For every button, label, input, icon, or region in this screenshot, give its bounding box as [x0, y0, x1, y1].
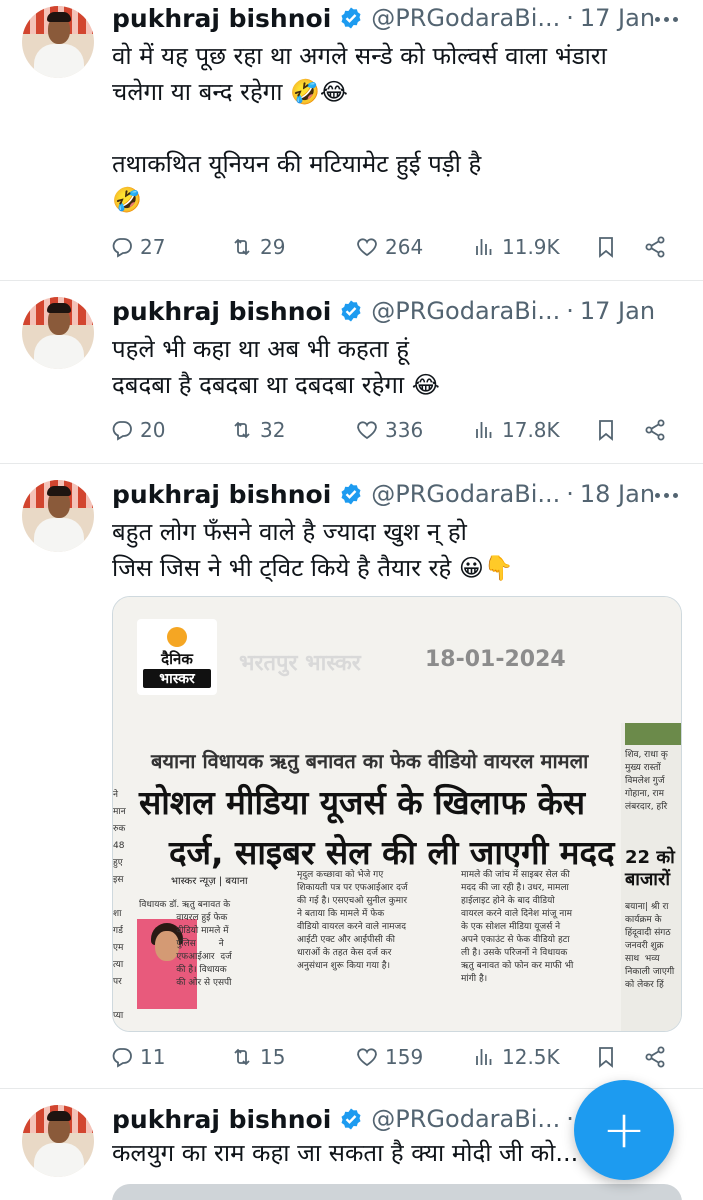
reply-icon	[112, 238, 132, 258]
like-button[interactable]: 159	[355, 1040, 423, 1074]
reply-icon	[112, 421, 132, 441]
retweet-icon	[234, 1048, 250, 1066]
action-bar: 27 29 264 11.9K	[110, 230, 680, 264]
author-name[interactable]: pukhraj bishnoi	[112, 4, 331, 33]
share-icon	[645, 1046, 665, 1068]
bookmark-button[interactable]	[594, 1040, 624, 1074]
news-headline-line2: दर्ज, साइबर सेल की ली जाएगी मदद	[169, 833, 615, 872]
retweet-icon	[234, 421, 250, 439]
verified-badge-icon	[341, 1108, 361, 1130]
views-icon	[476, 422, 492, 438]
timestamp[interactable]: 17 Jan	[580, 4, 655, 32]
author-handle[interactable]: @PRGodaraBi...	[371, 4, 560, 32]
avatar[interactable]	[22, 297, 94, 369]
avatar[interactable]	[22, 480, 94, 552]
separator: ·	[566, 297, 574, 325]
share-icon	[645, 236, 665, 258]
tweet-text: पहले भी कहा था अब भी कहता हूं दबदबा है द…	[112, 335, 440, 399]
share-button[interactable]	[643, 1040, 673, 1074]
retweet-count: 29	[260, 235, 286, 259]
reply-count: 11	[140, 1045, 166, 1069]
tweet[interactable]: pukhraj bishnoi @PRGodaraBi... · 17 Jan …	[0, 0, 703, 280]
more-icon[interactable]	[646, 4, 686, 34]
timestamp[interactable]: 18 Jan	[580, 480, 655, 508]
views-button[interactable]: 11.9K	[472, 230, 560, 264]
views-button[interactable]: 12.5K	[472, 1040, 560, 1074]
separator: ·	[566, 480, 574, 508]
like-button[interactable]: 264	[355, 230, 423, 264]
avatar[interactable]	[22, 6, 94, 78]
news-column-1: विधायक डॉ. ऋतु बनावत के वायरल हुई फेक वी…	[139, 900, 232, 988]
edition-date: 18-01-2024	[425, 647, 566, 672]
author-handle[interactable]: @PRGodaraBi...	[371, 480, 560, 508]
views-icon	[476, 239, 492, 255]
newspaper-logo: दैनिक भास्कर	[137, 619, 217, 695]
verified-badge-icon	[341, 483, 361, 505]
tweet-text: वो में यह पूछ रहा था अगले सन्डे को फोल्व…	[112, 42, 607, 214]
news-headline-line1: सोशल मीडिया यूजर्स के खिलाफ केस	[139, 783, 586, 822]
avatar[interactable]	[22, 1105, 94, 1177]
tweet[interactable]: pukhraj bishnoi @PRGodaraBi... · 17 Jan …	[0, 281, 703, 463]
retweet-count: 32	[260, 418, 286, 442]
media-image[interactable]: दैनिक भास्कर भरतपुर भास्कर 18-01-2024 बय…	[112, 596, 682, 1032]
retweet-button[interactable]: 15	[230, 1040, 285, 1074]
media-image[interactable]	[112, 1184, 682, 1200]
views-count: 12.5K	[502, 1045, 560, 1069]
compose-button[interactable]: +	[574, 1080, 674, 1180]
separator: ·	[566, 4, 574, 32]
compose-icon: +	[602, 1100, 646, 1160]
news-column-2: मृदुल कच्छावा को भेजे गए शिकायती पत्र पर…	[297, 870, 408, 971]
bookmark-button[interactable]	[594, 230, 624, 264]
like-count: 336	[385, 418, 424, 442]
author-name[interactable]: pukhraj bishnoi	[112, 1105, 331, 1134]
author-name[interactable]: pukhraj bishnoi	[112, 297, 331, 326]
bookmark-icon	[599, 237, 613, 258]
news-kicker: बयाना विधायक ऋतु बनावत का फेक वीडियो वाय…	[151, 749, 589, 773]
reply-button[interactable]: 11	[110, 1040, 165, 1074]
views-button[interactable]: 17.8K	[472, 413, 560, 447]
like-icon	[357, 238, 377, 257]
edition-name: भरतपुर भास्कर	[239, 651, 361, 676]
separator: ·	[566, 1105, 574, 1133]
reply-button[interactable]: 20	[110, 413, 165, 447]
news-left-fragment: ने मान रुक 48 हुए इस शा गर्ड एम त्या पर …	[113, 790, 126, 1021]
retweet-count: 15	[260, 1045, 286, 1069]
bookmark-icon	[599, 420, 613, 441]
retweet-button[interactable]: 29	[230, 230, 285, 264]
share-button[interactable]	[643, 413, 673, 447]
author-handle[interactable]: @PRGodaraBi...	[371, 1105, 560, 1133]
bookmark-icon	[599, 1047, 613, 1068]
verified-badge-icon	[341, 7, 361, 29]
timestamp[interactable]: 17 Jan	[580, 297, 655, 325]
reply-count: 20	[140, 418, 166, 442]
reply-count: 27	[140, 235, 166, 259]
news-right-column: शिव, राधा कृ मुख्य रास्तों विमलेश गुर्ज …	[621, 723, 681, 1031]
more-icon[interactable]	[646, 480, 686, 510]
reply-button[interactable]: 27	[110, 230, 165, 264]
author-name[interactable]: pukhraj bishnoi	[112, 480, 331, 509]
action-bar: 20 32 336 17.8K	[110, 413, 680, 447]
news-byline: भास्कर न्यूज़ | बयाना	[171, 876, 248, 887]
share-button[interactable]	[643, 230, 673, 264]
verified-badge-icon	[341, 300, 361, 322]
reply-icon	[112, 1048, 132, 1068]
action-bar: 11 15 159 12.5K	[110, 1040, 680, 1074]
like-icon	[357, 1048, 377, 1067]
author-handle[interactable]: @PRGodaraBi...	[371, 297, 560, 325]
tweet-text: बहुत लोग फँसने वाले है ज्यादा खुश न् हो …	[112, 518, 514, 582]
retweet-icon	[234, 238, 250, 256]
bookmark-button[interactable]	[594, 413, 624, 447]
views-icon	[476, 1049, 492, 1065]
like-count: 264	[385, 235, 424, 259]
like-count: 159	[385, 1045, 424, 1069]
share-icon	[645, 419, 665, 441]
retweet-button[interactable]: 32	[230, 413, 285, 447]
views-count: 11.9K	[502, 235, 560, 259]
like-icon	[357, 421, 377, 440]
like-button[interactable]: 336	[355, 413, 423, 447]
views-count: 17.8K	[502, 418, 560, 442]
news-column-3: मामले की जांच में साइबर सेल की मदद की जा…	[461, 870, 574, 984]
